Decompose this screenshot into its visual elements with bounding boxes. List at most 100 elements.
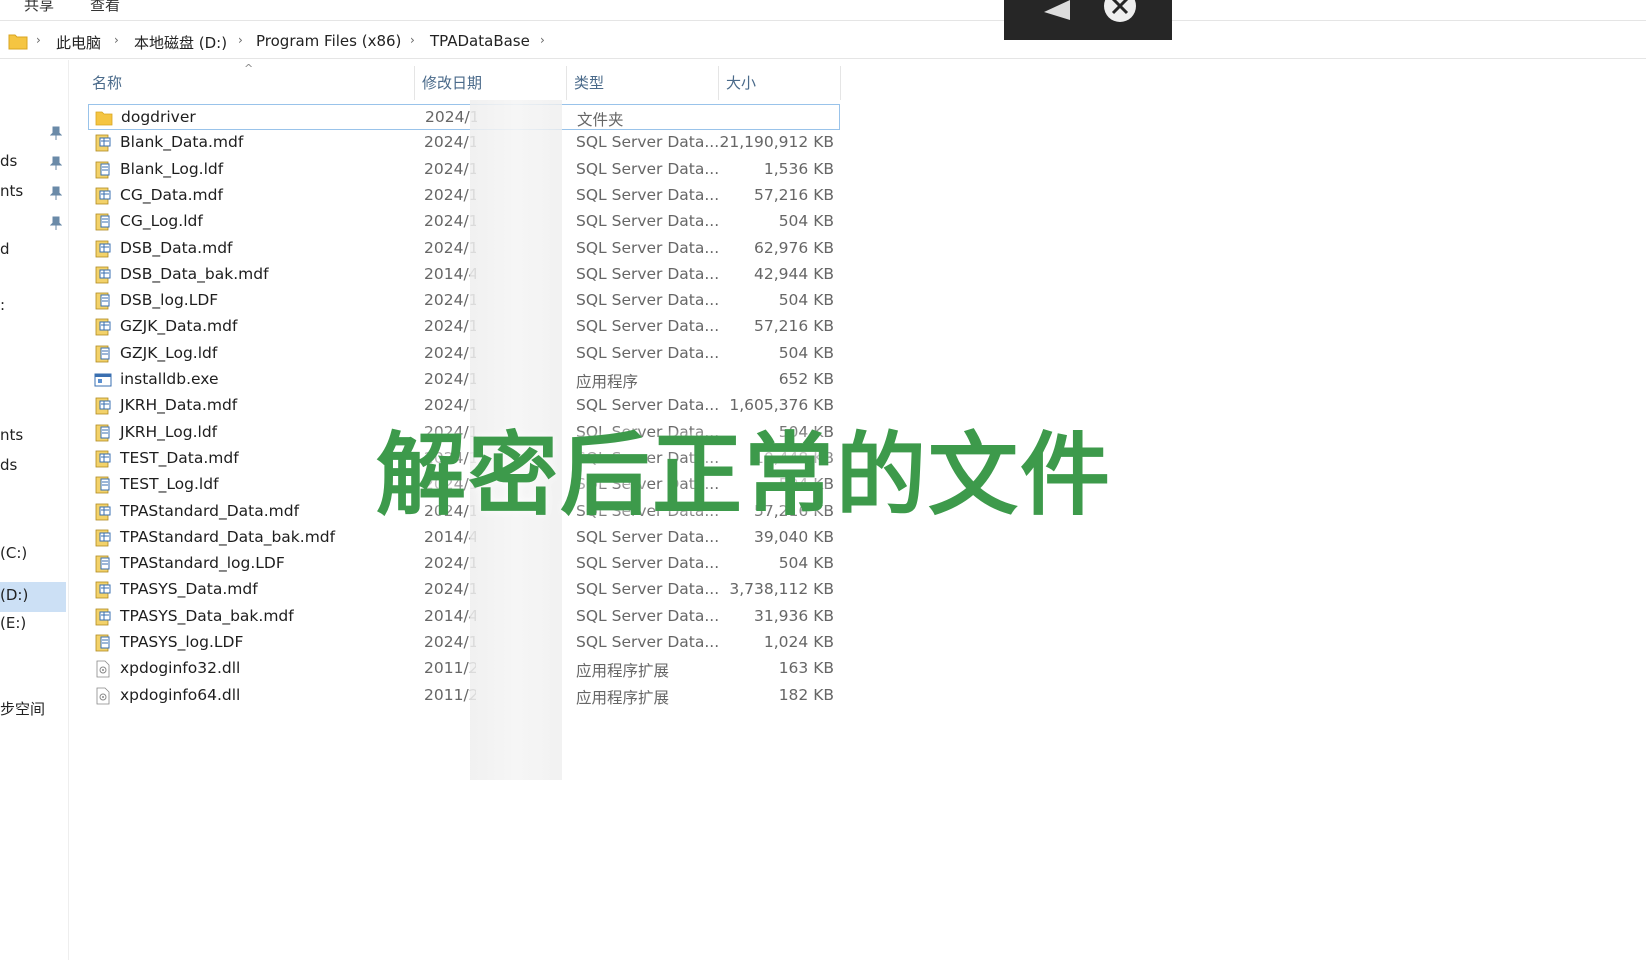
file-row[interactable]: DSB_log.LDF 2024/1 SQL Server Data... 504 K… xyxy=(88,288,840,314)
file-name: TPASYS_Data_bak.mdf xyxy=(120,606,294,625)
pin-icon[interactable] xyxy=(50,126,62,140)
column-header-type[interactable]: 类型 xyxy=(574,72,604,93)
file-name: TEST_Log.ldf xyxy=(120,475,219,494)
file-name: GZJK_Log.ldf xyxy=(120,343,218,362)
file-name: DSB_log.LDF xyxy=(120,291,219,310)
file-size: 42,944 KB xyxy=(754,264,834,283)
file-name: xpdoginfo32.dll xyxy=(120,659,241,678)
nav-item-folder[interactable]: d xyxy=(0,240,10,258)
file-name: TPASYS_log.LDF xyxy=(120,633,244,651)
close-icon[interactable] xyxy=(1102,0,1138,22)
file-row[interactable]: TPASYS_Data.mdf 2024/1 SQL Server Data... 3… xyxy=(88,577,840,603)
file-date: 2011/2 xyxy=(424,659,476,678)
column-header-name[interactable]: 名称 xyxy=(92,72,122,93)
file-date: 2024/1 xyxy=(424,159,476,178)
file-name: DSB_Data.mdf xyxy=(120,238,233,257)
file-date: 2024/1 xyxy=(424,212,476,231)
file-name: JKRH_Log.ldf xyxy=(120,422,218,441)
file-row[interactable]: xpdoginfo32.dll 2011/2 应用程序扩展 163 KB xyxy=(88,656,840,682)
column-divider[interactable] xyxy=(718,66,719,100)
file-type: SQL Server Data... xyxy=(576,633,720,651)
nav-item-folder-2[interactable]: : xyxy=(0,296,5,314)
file-date: 2024/1 xyxy=(424,370,476,388)
pin-icon[interactable] xyxy=(50,186,62,200)
file-size: 62,976 KB xyxy=(754,238,834,257)
chevron-right-icon[interactable]: › xyxy=(540,33,545,47)
column-header-date[interactable]: 修改日期 xyxy=(422,72,482,93)
nav-item-downloads[interactable]: ds xyxy=(0,152,17,170)
file-name: CG_Data.mdf xyxy=(120,185,223,204)
file-date: 2024/1 xyxy=(424,633,476,651)
file-size: 182 KB xyxy=(778,685,834,704)
nav-item-drive-e[interactable]: (E:) xyxy=(0,614,26,632)
file-row[interactable]: TPAStandard_log.LDF 2024/1 SQL Server Data… xyxy=(88,551,840,577)
breadcrumb-drive-d[interactable]: 本地磁盘 (D:) xyxy=(134,32,227,53)
tab-share[interactable]: 共享 xyxy=(24,0,54,15)
breadcrumb-this-pc[interactable]: 此电脑 xyxy=(56,32,101,53)
file-size: 3,738,112 KB xyxy=(729,580,834,599)
back-arrow-icon[interactable] xyxy=(1040,0,1076,20)
file-type: SQL Server Data... xyxy=(576,212,720,231)
chevron-right-icon: › xyxy=(238,33,243,47)
navigation-pane: ds nts d : nts ds (C:) (D:) (E:) 步空间 xyxy=(0,60,69,960)
nav-item-sync-space[interactable]: 步空间 xyxy=(0,698,45,719)
file-type: SQL Server Data... xyxy=(576,606,720,625)
nav-item-documents[interactable]: nts xyxy=(0,182,23,200)
file-name: TPASYS_Data.mdf xyxy=(120,580,258,599)
file-row[interactable]: DSB_Data.mdf 2024/1 SQL Server Data... 62,9… xyxy=(88,236,840,262)
nav-item-downloads-2[interactable]: ds xyxy=(0,456,17,474)
file-type: SQL Server Data... xyxy=(576,185,720,204)
address-bar[interactable]: › 此电脑 › 本地磁盘 (D:) › Program Files (x86) … xyxy=(0,24,1646,59)
file-date: 2024/1 xyxy=(424,238,476,257)
pin-icon[interactable] xyxy=(50,216,62,230)
file-name: installdb.exe xyxy=(120,370,219,388)
file-size: 504 KB xyxy=(778,291,834,310)
chevron-right-icon: › xyxy=(410,33,415,47)
ribbon-tabs: 共享 查看 xyxy=(0,0,1646,21)
file-type: SQL Server Data... xyxy=(576,291,720,310)
file-date: 2014/4 xyxy=(424,264,476,283)
file-name: TPAStandard_log.LDF xyxy=(120,554,285,573)
nav-item-documents-2[interactable]: nts xyxy=(0,426,23,444)
file-size: 504 KB xyxy=(778,212,834,231)
file-name: DSB_Data_bak.mdf xyxy=(120,264,269,283)
file-row[interactable]: xpdoginfo64.dll 2011/2 应用程序扩展 182 KB xyxy=(88,683,840,709)
chevron-right-icon: › xyxy=(36,33,41,47)
file-size: 504 KB xyxy=(778,343,834,362)
breadcrumb-program-files[interactable]: Program Files (x86) xyxy=(256,32,401,50)
file-name: TEST_Data.mdf xyxy=(120,448,239,467)
file-row[interactable]: TPASYS_Data_bak.mdf 2014/4 SQL Server Data… xyxy=(88,604,840,630)
column-divider[interactable] xyxy=(840,66,841,100)
file-row[interactable]: GZJK_Data.mdf 2024/1 SQL Server Data... 57,… xyxy=(88,314,840,340)
pin-icon[interactable] xyxy=(50,156,62,170)
file-row[interactable]: CG_Log.ldf 2024/1 SQL Server Data... 504 KB xyxy=(88,209,840,235)
file-type: SQL Server Data... xyxy=(576,159,720,178)
file-date: 2024/1 xyxy=(424,317,476,336)
file-row[interactable]: CG_Data.mdf 2024/1 SQL Server Data... 57,21… xyxy=(88,183,840,209)
chevron-right-icon: › xyxy=(114,33,119,47)
file-row[interactable]: Blank_Log.ldf 2024/1 SQL Server Data... 1,5… xyxy=(88,157,840,183)
file-date: 2014/4 xyxy=(424,606,476,625)
sort-ascending-icon: ^ xyxy=(244,62,254,75)
breadcrumb-tpadatabase[interactable]: TPADataBase xyxy=(430,32,530,50)
file-row[interactable]: installdb.exe 2024/1 应用程序 652 KB xyxy=(88,367,840,393)
file-row[interactable]: TPASYS_log.LDF 2024/1 SQL Server Data... 1,… xyxy=(88,630,840,656)
file-size: 31,936 KB xyxy=(754,606,834,625)
column-divider[interactable] xyxy=(566,66,567,100)
file-type: 文件夹 xyxy=(577,111,624,129)
nav-item-drive-d[interactable]: (D:) xyxy=(0,586,28,604)
file-row[interactable]: dogdriver 2024/1 文件夹 xyxy=(88,104,840,130)
file-row[interactable]: DSB_Data_bak.mdf 2014/4 SQL Server Data...… xyxy=(88,262,840,288)
file-date: 2024/1 xyxy=(424,343,476,362)
folder-icon xyxy=(8,34,28,50)
nav-item-drive-c[interactable]: (C:) xyxy=(0,544,27,562)
file-type: SQL Server Data... xyxy=(576,343,720,362)
file-row[interactable]: GZJK_Log.ldf 2024/1 SQL Server Data... 504 … xyxy=(88,341,840,367)
file-name: Blank_Data.mdf xyxy=(120,133,244,152)
file-size: 1,024 KB xyxy=(763,633,834,651)
tab-view[interactable]: 查看 xyxy=(90,0,120,15)
column-divider[interactable] xyxy=(414,66,415,100)
file-type: SQL Server Data... xyxy=(576,554,720,573)
column-header-size[interactable]: 大小 xyxy=(726,72,756,93)
file-row[interactable]: Blank_Data.mdf 2024/1 SQL Server Data... 21… xyxy=(88,130,840,156)
